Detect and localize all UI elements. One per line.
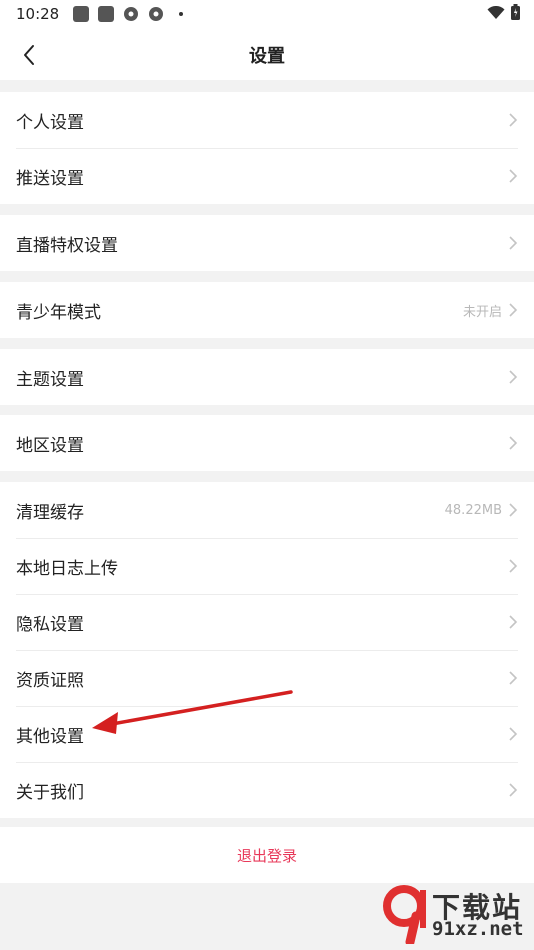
row-label: 清理缓存 — [16, 502, 84, 523]
logout-button[interactable]: 退出登录 — [0, 827, 534, 883]
settings-row-theme[interactable]: 主题设置 — [0, 349, 534, 405]
row-label: 个人设置 — [16, 112, 84, 133]
row-label: 关于我们 — [16, 782, 84, 803]
chevron-right-icon — [508, 235, 518, 251]
cache-size: 48.22MB — [444, 502, 502, 518]
notification-icon — [73, 6, 90, 22]
chevron-right-icon — [508, 670, 518, 686]
row-label: 隐私设置 — [16, 614, 84, 635]
settings-group-live: 直播特权设置 — [0, 215, 534, 271]
app-notification-icon — [148, 6, 164, 22]
chevron-right-icon — [508, 726, 518, 742]
chevron-right-icon — [508, 168, 518, 184]
youth-mode-status: 未开启 — [462, 304, 502, 320]
chevron-right-icon — [508, 435, 518, 451]
chevron-right-icon — [508, 782, 518, 798]
chevron-right-icon — [508, 558, 518, 574]
settings-row-log-upload[interactable]: 本地日志上传 — [0, 538, 534, 594]
nav-bar: 设置 — [0, 28, 534, 80]
row-label: 地区设置 — [16, 435, 84, 456]
settings-row-personal[interactable]: 个人设置 — [0, 92, 534, 148]
watermark: 下载站 91xz.net — [380, 884, 530, 946]
status-bar: 10:28 — [0, 0, 534, 28]
row-label: 青少年模式 — [16, 302, 101, 323]
settings-row-youth-mode[interactable]: 青少年模式 未开启 — [0, 282, 534, 338]
battery-icon — [511, 4, 520, 24]
watermark-logo-icon — [383, 885, 426, 944]
settings-group-misc: 清理缓存 48.22MB 本地日志上传 隐私设置 资质证照 其他设置 关于我们 — [0, 482, 534, 818]
settings-group-region: 地区设置 — [0, 415, 534, 471]
row-label: 直播特权设置 — [16, 235, 118, 256]
row-label: 资质证照 — [16, 670, 84, 691]
row-label: 主题设置 — [16, 369, 84, 390]
settings-row-qualifications[interactable]: 资质证照 — [0, 650, 534, 706]
notification-icon — [98, 6, 115, 22]
row-label: 其他设置 — [16, 726, 84, 747]
page-title: 设置 — [249, 46, 285, 67]
settings-group-youth: 青少年模式 未开启 — [0, 282, 534, 338]
wifi-icon — [487, 5, 505, 24]
settings-group-account: 个人设置 推送设置 — [0, 92, 534, 204]
row-label: 本地日志上传 — [16, 558, 118, 579]
chevron-right-icon — [508, 112, 518, 128]
settings-row-other[interactable]: 其他设置 — [0, 706, 534, 762]
settings-row-push[interactable]: 推送设置 — [0, 148, 534, 204]
row-label: 推送设置 — [16, 168, 84, 189]
settings-row-privacy[interactable]: 隐私设置 — [0, 594, 534, 650]
watermark-domain: 91xz.net — [432, 918, 524, 940]
settings-row-clear-cache[interactable]: 清理缓存 48.22MB — [0, 482, 534, 538]
chevron-right-icon — [508, 502, 518, 518]
chevron-right-icon — [508, 614, 518, 630]
settings-row-live-privilege[interactable]: 直播特权设置 — [0, 215, 534, 271]
app-notification-icon — [123, 6, 139, 22]
more-notifications-dot-icon — [173, 6, 189, 22]
chevron-right-icon — [508, 369, 518, 385]
status-time: 10:28 — [16, 5, 60, 23]
chevron-right-icon — [508, 302, 518, 318]
settings-row-about[interactable]: 关于我们 — [0, 762, 534, 818]
settings-group-theme: 主题设置 — [0, 349, 534, 405]
settings-row-region[interactable]: 地区设置 — [0, 415, 534, 471]
